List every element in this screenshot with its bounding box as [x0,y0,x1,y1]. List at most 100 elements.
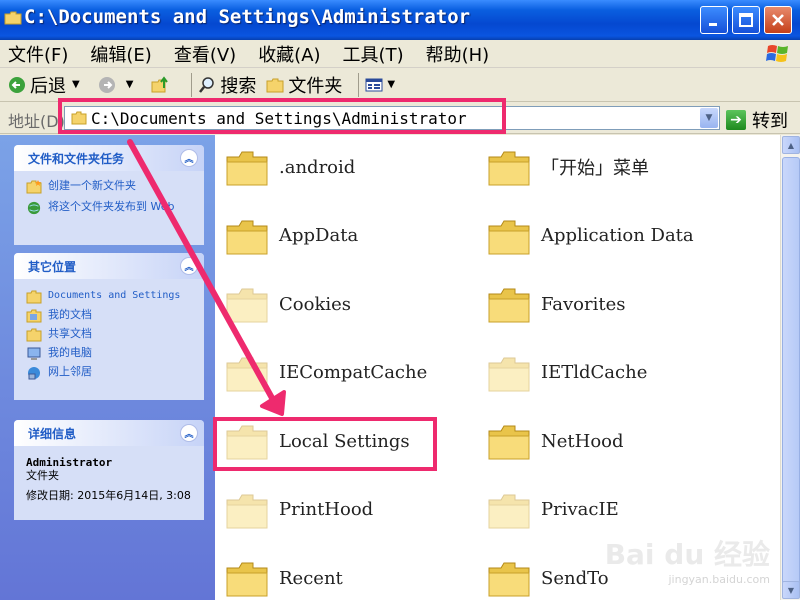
computer-icon [27,347,41,360]
forward-button[interactable]: ▼ [98,76,142,94]
folder-item[interactable]: Application Data [487,216,694,256]
toolbar-separator [191,72,193,97]
folder-label: SendTo [541,567,609,589]
task-label: 将这个文件夹发布到 Web [48,200,175,213]
folders-button[interactable]: 文件夹 [266,72,342,98]
maximize-button[interactable] [732,6,760,34]
folder-item[interactable]: Recent [225,558,343,598]
collapse-icon[interactable]: ︽ [180,257,198,275]
collapse-icon[interactable]: ︽ [180,149,198,167]
file-tasks-header[interactable]: 文件和文件夹任务 ︽ [14,145,204,171]
search-icon [199,76,215,93]
folder-icon [488,562,530,597]
back-dropdown-icon[interactable]: ▼ [72,79,80,90]
folder-icon [488,220,530,254]
vertical-scrollbar[interactable]: ▲ ▼ [780,135,800,600]
up-folder-button[interactable] [151,75,175,94]
views-icon [365,78,383,91]
folder-item[interactable]: IECompatCache [225,353,427,393]
scroll-thumb[interactable] [782,157,800,587]
details-header[interactable]: 详细信息 ︽ [14,420,204,446]
minimize-button[interactable] [700,6,728,34]
search-button[interactable]: 搜索 [198,72,256,98]
place-shared-documents[interactable]: 共享文档 [26,327,194,342]
menu-favorites[interactable]: 收藏(A) [258,41,320,67]
minimize-icon [709,23,717,26]
folder-label: Favorites [541,293,626,315]
title-bar[interactable]: C:\Documents and Settings\Administrator [0,0,800,40]
watermark-logo: Bai du 经验 jingyan.baidu.com [604,538,770,586]
place-documents-and-settings[interactable]: Documents and Settings [26,289,194,304]
folder-item[interactable]: Favorites [487,284,626,324]
close-icon [772,14,784,26]
folder-label: AppData [279,225,359,246]
go-label: 转到 [752,111,788,132]
folder-item[interactable]: NetHood [487,421,624,461]
folder-icon [226,494,268,528]
place-label: Documents and Settings [48,290,181,301]
folder-label: Cookies [279,293,351,315]
place-label: 网上邻居 [48,365,92,378]
go-button[interactable]: ➔ 转到 [726,107,788,133]
folder-item[interactable]: 「开始」菜单 [487,147,649,187]
my-documents-icon [26,309,42,323]
views-button[interactable]: ▼ [365,77,403,93]
place-my-computer[interactable]: 我的电脑 [26,346,194,361]
folder-label: NetHood [541,430,624,452]
network-icon [28,367,40,380]
file-list[interactable]: .android 「开始」菜单 AppData Application Data Coo… [215,135,780,600]
folder-icon [488,494,530,528]
folder-icon [226,151,268,186]
folder-icon [488,288,530,323]
folder-label: PrintHood [279,499,374,520]
up-folder-icon [151,75,169,92]
forward-dropdown-icon[interactable]: ▼ [126,79,134,90]
task-new-folder[interactable]: 创建一个新文件夹 [26,179,194,194]
close-button[interactable] [764,6,792,34]
folder-item[interactable]: PrivacIE [487,490,619,530]
address-label: 地址(D) [8,112,65,131]
folder-item[interactable]: SendTo [487,558,609,598]
folder-icon [226,220,268,254]
menu-bar: 文件(F) 编辑(E) 查看(V) 收藏(A) 工具(T) 帮助(H) [0,40,800,68]
scroll-up-button[interactable]: ▲ [782,136,800,154]
folder-item[interactable]: .android [225,147,355,187]
menu-help[interactable]: 帮助(H) [426,41,490,67]
address-highlight-box [58,98,506,134]
scroll-down-button[interactable]: ▼ [782,581,800,599]
place-label: 共享文档 [48,327,92,340]
folder-item[interactable]: IETldCache [487,353,647,393]
go-arrow-icon: ➔ [726,110,746,130]
details-title: 详细信息 [28,426,77,441]
collapse-icon[interactable]: ︽ [180,424,198,442]
menu-view[interactable]: 查看(V) [174,41,236,67]
back-arrow-icon [9,76,25,93]
folder-item[interactable]: Cookies [225,284,351,324]
views-dropdown-icon[interactable]: ▼ [387,79,395,90]
place-my-documents[interactable]: 我的文档 [26,308,194,323]
search-label: 搜索 [220,75,257,97]
folder-item[interactable]: PrintHood [225,490,373,530]
folder-icon [488,425,530,460]
folder-item[interactable]: AppData [225,216,358,256]
toolbar: 后退 ▼ ▼ 搜索 文件夹 ▼ [0,68,800,102]
globe-icon [27,201,41,215]
other-places-panel: 其它位置 ︽ Documents and Settings 我的文档 共享文档 … [14,253,204,400]
folder-label: Application Data [541,225,694,246]
menu-tools[interactable]: 工具(T) [343,41,404,67]
other-places-header[interactable]: 其它位置 ︽ [14,253,204,279]
menu-edit[interactable]: 编辑(E) [90,41,151,67]
task-pane: 文件和文件夹任务 ︽ 创建一个新文件夹 将这个文件夹发布到 Web 其它位置 ︽ [0,135,215,600]
address-dropdown-button[interactable]: ▼ [700,108,718,128]
folders-label: 文件夹 [288,75,343,97]
toolbar-separator [358,72,360,97]
new-folder-icon [26,180,42,194]
place-network[interactable]: 网上邻居 [26,365,194,380]
task-publish-web[interactable]: 将这个文件夹发布到 Web [26,200,194,215]
folder-icon [226,288,268,323]
back-button[interactable]: 后退 ▼ [8,72,88,98]
detail-modified: 修改日期: 2015年6月14日, 3:08 [26,489,191,502]
folder-label: 「开始」菜单 [541,158,649,179]
folder-icon [26,290,42,304]
menu-file[interactable]: 文件(F) [8,41,68,67]
